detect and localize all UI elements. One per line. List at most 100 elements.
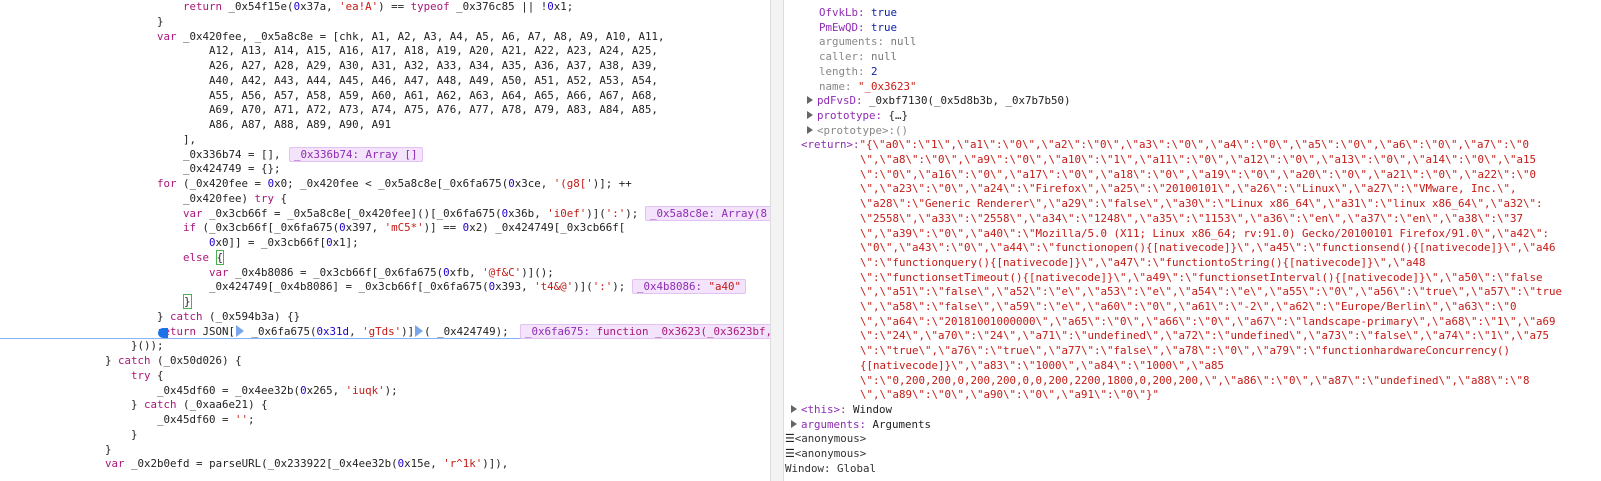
inline-value-0x5a8c8e[interactable]: _0x5a8c8e: Array(8	[645, 205, 770, 221]
code-text-rendered: _0x45df60 = '';	[157, 413, 255, 426]
return-value-continuation: \"2558\",\"a33\":\"2558\",\"a34\":\"1248…	[860, 211, 1524, 225]
code-line: var _0x420fee, _0x5a8c8e = [chk, A1, A2,…	[157, 29, 664, 44]
return-value-continuation: \":\"0,200,200,0,200,200,0,0,200,2200,18…	[860, 373, 1530, 387]
code-text-rendered: _0x420fee) try {	[183, 191, 288, 205]
return-value-continuation: \":\"24\",\"a70\":\"24\",\"a71\":\"undef…	[860, 329, 1550, 343]
inline-value-0x336b74[interactable]: _0x336b74: Array []	[289, 146, 423, 162]
code-line: }}	[157, 14, 164, 29]
return-value-continuation: \",\"a58\":\"false\",\"a59\":\"e\",\"a60…	[860, 300, 1517, 313]
code-line: A40, A42, A43, A44, A45, A46, A47, A48, …	[209, 73, 658, 88]
return-value-continuation: \",\"a8\":\"0\",\"a9\":\"0\",\"a10\":\"1…	[860, 153, 1537, 166]
code-line: var _0x3cb66f = _0x5a8c8e[_0x420fee]()[_…	[183, 206, 638, 221]
code-line: var _0x2b0efd = parseURL(_0x233922[_0x4e…	[105, 456, 508, 471]
code-text-rendered: }	[131, 427, 138, 441]
inline-value-0x6fa675[interactable]: _0x6fa675: function _0x3623(_0x3623bf,	[520, 323, 770, 339]
scope-property: length: 2	[819, 64, 878, 78]
code-line: 0x0]] = _0x3cb66f[0x1];0x0]] = _0x3cb66f…	[209, 235, 359, 250]
code-line: _0x45df60 = _0x4ee32b(0x265, 'iuqk');_0x…	[157, 383, 398, 398]
code-line: return JSON[ _0x6fa675(0x31d, 'gTds')]( …	[157, 324, 509, 339]
code-text-rendered: var _0x420fee, _0x5a8c8e = [chk, A1, A2,…	[157, 29, 665, 43]
code-text-rendered: A55, A56, A57, A58, A59, A60, A61, A62, …	[209, 88, 658, 102]
return-value-continuation: \":\"0\",\"a16\":\"0\",\"a17\":\"0\",\"a…	[860, 167, 1537, 181]
code-text-rendered: ],	[183, 132, 197, 146]
execution-pointer-icon	[158, 326, 169, 341]
code-text-rendered: var _0x3cb66f = _0x5a8c8e[_0x420fee]()[_…	[183, 206, 639, 220]
scope-property: arguments: null	[819, 35, 917, 49]
code-text-rendered: A26, A27, A28, A29, A30, A31, A32, A33, …	[209, 59, 658, 72]
pane-splitter[interactable]	[770, 0, 784, 481]
code-text-rendered: _0x424749[_0x4b8086] = _0x3cb66f[_0x6fa6…	[209, 280, 626, 294]
code-text-rendered: } catch (_0x50d026) {	[105, 354, 242, 367]
scope-section-window[interactable]: Window: Global	[783, 461, 876, 476]
block-scope-icon: ☰	[785, 432, 795, 446]
source-code-pane[interactable]: return _0x54f15e(0x37a, 'ea!A') == typeo…	[0, 0, 770, 481]
code-line: _0x424749 = {};_0x424749 = {};	[183, 161, 281, 176]
code-line: _0x420fee) try {_0x420fee) try {	[183, 191, 287, 206]
code-line: return _0x54f15e(0x37a, 'ea!A') == typeo…	[183, 0, 573, 14]
breakpoint-marker-icon[interactable]	[236, 324, 245, 337]
code-line: } catch (_0x50d026) {} catch (_0x50d026)…	[105, 353, 242, 368]
scope-property: PmEwQD: true	[819, 20, 898, 34]
scopes-pane[interactable]: OfvkLb: true PmEwQD: true arguments: null c…	[783, 0, 1601, 481]
code-text-rendered: }());	[131, 339, 164, 353]
code-text-rendered: A12, A13, A14, A15, A16, A17, A18, A19, …	[209, 44, 658, 58]
return-value-continuation: \",\"a51\":\"false\",\"a52\":\"e\",\"a53…	[860, 285, 1563, 299]
code-line: if (_0x3cb66f[_0x6fa675(0x397, 'mC5*')] …	[183, 220, 625, 235]
return-value-continuation: \",\"a89\":\"0\",\"a90\":\"0\",\"a91\":\…	[860, 388, 1160, 402]
expand-triangle-icon[interactable]	[807, 110, 813, 119]
return-value-continuation: \",\"a39\":\"0\",\"a40\":\"Mozilla/5.0 (…	[860, 226, 1550, 240]
inline-value-0x4b8086[interactable]: _0x4b8086: "a40"	[632, 279, 747, 295]
code-text-rendered: try {	[131, 368, 164, 382]
return-value-continuation: {[nativecode]}\",\"a83\":\"1000\",\"a84\…	[860, 358, 1225, 372]
code-line: }}	[131, 427, 138, 442]
code-line: try {try {	[131, 368, 164, 383]
code-text-rendered: var _0x2b0efd = parseURL(_0x233922[_0x4e…	[105, 457, 509, 471]
block-scope-icon: ☰	[785, 447, 795, 460]
code-line: for (_0x420fee = 0x0; _0x420fee < _0x5a8…	[157, 176, 632, 191]
expand-triangle-icon[interactable]	[807, 96, 813, 105]
code-line: A86, A87, A88, A89, A90, A91A86, A87, A8…	[209, 117, 391, 132]
code-text-rendered: A40, A42, A43, A44, A45, A46, A47, A48, …	[209, 73, 658, 87]
code-line: _0x424749[_0x4b8086] = _0x3cb66f[_0x6fa6…	[209, 279, 625, 294]
code-line: }}	[183, 294, 192, 309]
return-value-continuation: \",\"a23\":\"0\",\"a24\":\"Firefox\",\"a…	[860, 182, 1517, 196]
code-text-rendered: _0x424749 = {};	[183, 162, 281, 176]
scope-property: OfvkLb: true	[819, 6, 898, 19]
return-value: <return>:"{\"a0\":\"1\",\"a1\":\"0\",\"a…	[801, 138, 1530, 152]
code-line: }());}());	[131, 338, 164, 353]
scope-property: name: "_0x3623"	[819, 79, 917, 93]
code-text-rendered: } catch (_0x594b3a) {}	[157, 309, 301, 323]
code-text-rendered: }	[157, 14, 164, 28]
code-text-rendered: else {	[183, 249, 225, 265]
return-value-continuation: \",\"a64\":\"20181001000000\",\"a65\":\"…	[860, 314, 1556, 328]
code-line: ],],	[183, 132, 196, 147]
code-text-rendered: } catch (_0xaa6e21) {	[131, 398, 268, 412]
scope-property: caller: null	[819, 50, 898, 64]
scope-arguments[interactable]: arguments: Arguments	[791, 417, 931, 432]
code-text-rendered: _0x45df60 = _0x4ee32b(0x265, 'iuqk');	[157, 383, 398, 397]
code-text-rendered: }	[105, 442, 112, 456]
expand-triangle-icon[interactable]	[807, 125, 813, 134]
code-line: } catch (_0xaa6e21) {} catch (_0xaa6e21)…	[131, 397, 268, 412]
return-value-continuation: \":\"functionsetTimeout(){[nativecode]}\…	[860, 270, 1543, 284]
code-text-rendered: var _0x4b8086 = _0x3cb66f[_0x6fa675(0xfb…	[209, 265, 554, 279]
code-line: A26, A27, A28, A29, A30, A31, A32, A33, …	[209, 58, 658, 73]
return-value-continuation: \":\"true\",\"a76\":\"true\",\"a77\":\"f…	[860, 344, 1511, 358]
scope-this[interactable]: <this>: Window	[791, 402, 892, 417]
expand-triangle-icon[interactable]	[791, 404, 797, 413]
scope-section-anonymous[interactable]: ☰<anonymous>	[783, 446, 866, 461]
expand-triangle-icon[interactable]	[791, 419, 797, 428]
code-line: _0x45df60 = '';_0x45df60 = '';	[157, 412, 255, 427]
code-text-rendered: for (_0x420fee = 0x0; _0x420fee < _0x5a8…	[157, 177, 632, 190]
scope-expandable-property[interactable]: prototype: {…}	[807, 108, 908, 123]
scope-expandable-property[interactable]: pdFvsD: _0xbf7130(_0x5d8b3b, _0x7b7b50)	[807, 93, 1071, 108]
breakpoint-marker-icon[interactable]	[415, 324, 424, 337]
code-line: } catch (_0x594b3a) {}} catch (_0x594b3a…	[157, 309, 300, 324]
code-text-rendered: 0x0]] = _0x3cb66f[0x1];	[209, 236, 359, 249]
code-text-rendered: _0x336b74 = [],	[183, 147, 281, 161]
code-line: A69, A70, A71, A72, A73, A74, A75, A76, …	[209, 102, 658, 117]
code-text-rendered: return _0x54f15e(0x37a, 'ea!A') == typeo…	[183, 0, 574, 13]
code-line: var _0x4b8086 = _0x3cb66f[_0x6fa675(0xfb…	[209, 265, 554, 280]
scope-expandable-property[interactable]: <prototype>:()	[807, 123, 908, 138]
scope-section-anonymous[interactable]: ☰<anonymous>	[783, 431, 866, 446]
